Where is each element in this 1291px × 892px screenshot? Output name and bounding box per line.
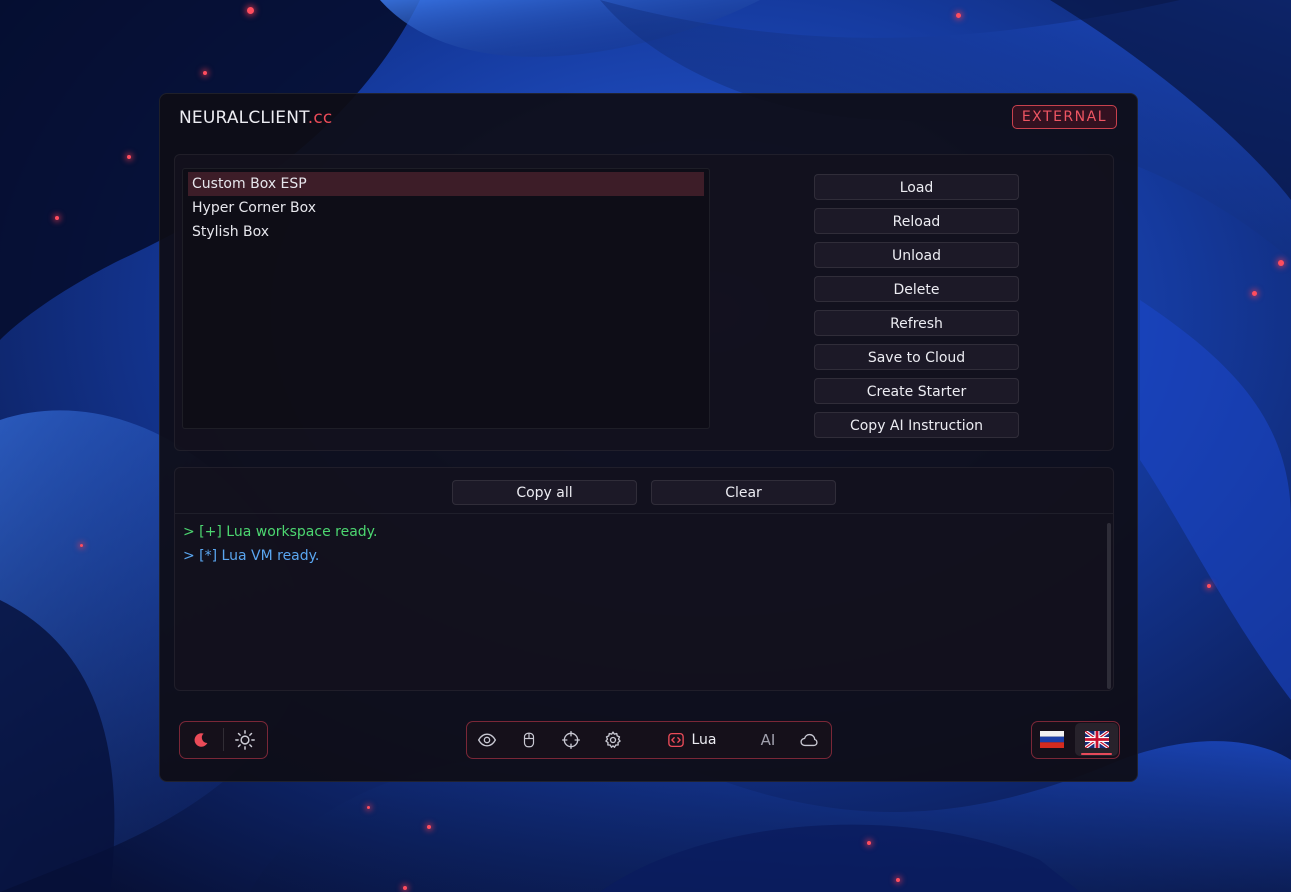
gear-icon (605, 730, 621, 748)
nav-lua[interactable]: Lua (659, 722, 725, 757)
console-line: > [*] Lua VM ready. (183, 548, 320, 564)
script-list-item[interactable]: Stylish Box (188, 220, 704, 244)
mode-badge: EXTERNAL (1011, 105, 1117, 129)
sun-icon (235, 729, 255, 750)
nav-visuals[interactable] (471, 722, 503, 757)
unload-button[interactable]: Unload (814, 242, 1019, 268)
brand-name: NEURALCLIENT (179, 108, 308, 128)
language-english[interactable] (1075, 723, 1118, 756)
light-theme-button[interactable] (225, 722, 265, 757)
script-list[interactable]: Custom Box ESP Hyper Corner Box Stylish … (182, 168, 710, 429)
save-to-cloud-button[interactable]: Save to Cloud (814, 344, 1019, 370)
script-actions: Load Reload Unload Delete Refresh Save t… (814, 174, 1019, 446)
language-russian[interactable] (1032, 722, 1072, 757)
moon-icon (194, 732, 208, 747)
cloud-icon (800, 733, 818, 746)
main-navigation: Lua AI (466, 721, 832, 759)
app-brand: NEURALCLIENT.cc (179, 108, 332, 128)
nav-aim[interactable] (555, 722, 587, 757)
console-output[interactable]: > [+] Lua workspace ready. > [*] Lua VM … (183, 520, 1101, 568)
copy-all-button[interactable]: Copy all (452, 480, 637, 505)
load-button[interactable]: Load (814, 174, 1019, 200)
uk-flag-icon (1084, 731, 1109, 748)
nav-cloud[interactable] (792, 722, 826, 757)
nav-settings[interactable] (597, 722, 629, 757)
selected-indicator (1081, 753, 1112, 755)
divider (223, 728, 224, 751)
script-list-item[interactable]: Hyper Corner Box (188, 196, 704, 220)
theme-switcher (179, 721, 268, 759)
nav-ai[interactable]: AI (753, 722, 783, 757)
nav-lua-label: Lua (691, 731, 717, 748)
copy-ai-instruction-button[interactable]: Copy AI Instruction (814, 412, 1019, 438)
console-scrollbar[interactable] (1107, 523, 1111, 689)
dark-theme-button[interactable] (182, 722, 220, 757)
mouse-icon (523, 732, 535, 747)
app-window: NEURALCLIENT.cc EXTERNAL Custom Box ESP … (159, 93, 1138, 782)
console-line: > [+] Lua workspace ready. (183, 524, 378, 540)
eye-icon (477, 732, 497, 747)
reload-button[interactable]: Reload (814, 208, 1019, 234)
console-toolbar: Copy all Clear (175, 468, 1113, 514)
console-panel: Copy all Clear > [+] Lua workspace ready… (174, 467, 1114, 691)
language-switcher (1031, 721, 1120, 759)
clear-button[interactable]: Clear (651, 480, 836, 505)
refresh-button[interactable]: Refresh (814, 310, 1019, 336)
script-list-item[interactable]: Custom Box ESP (188, 172, 704, 196)
code-icon (668, 732, 685, 747)
delete-button[interactable]: Delete (814, 276, 1019, 302)
russian-flag-icon (1040, 731, 1064, 748)
nav-input[interactable] (513, 722, 545, 757)
scripts-panel: Custom Box ESP Hyper Corner Box Stylish … (174, 154, 1114, 451)
create-starter-button[interactable]: Create Starter (814, 378, 1019, 404)
brand-suffix: .cc (307, 108, 333, 128)
crosshair-icon (562, 730, 580, 749)
